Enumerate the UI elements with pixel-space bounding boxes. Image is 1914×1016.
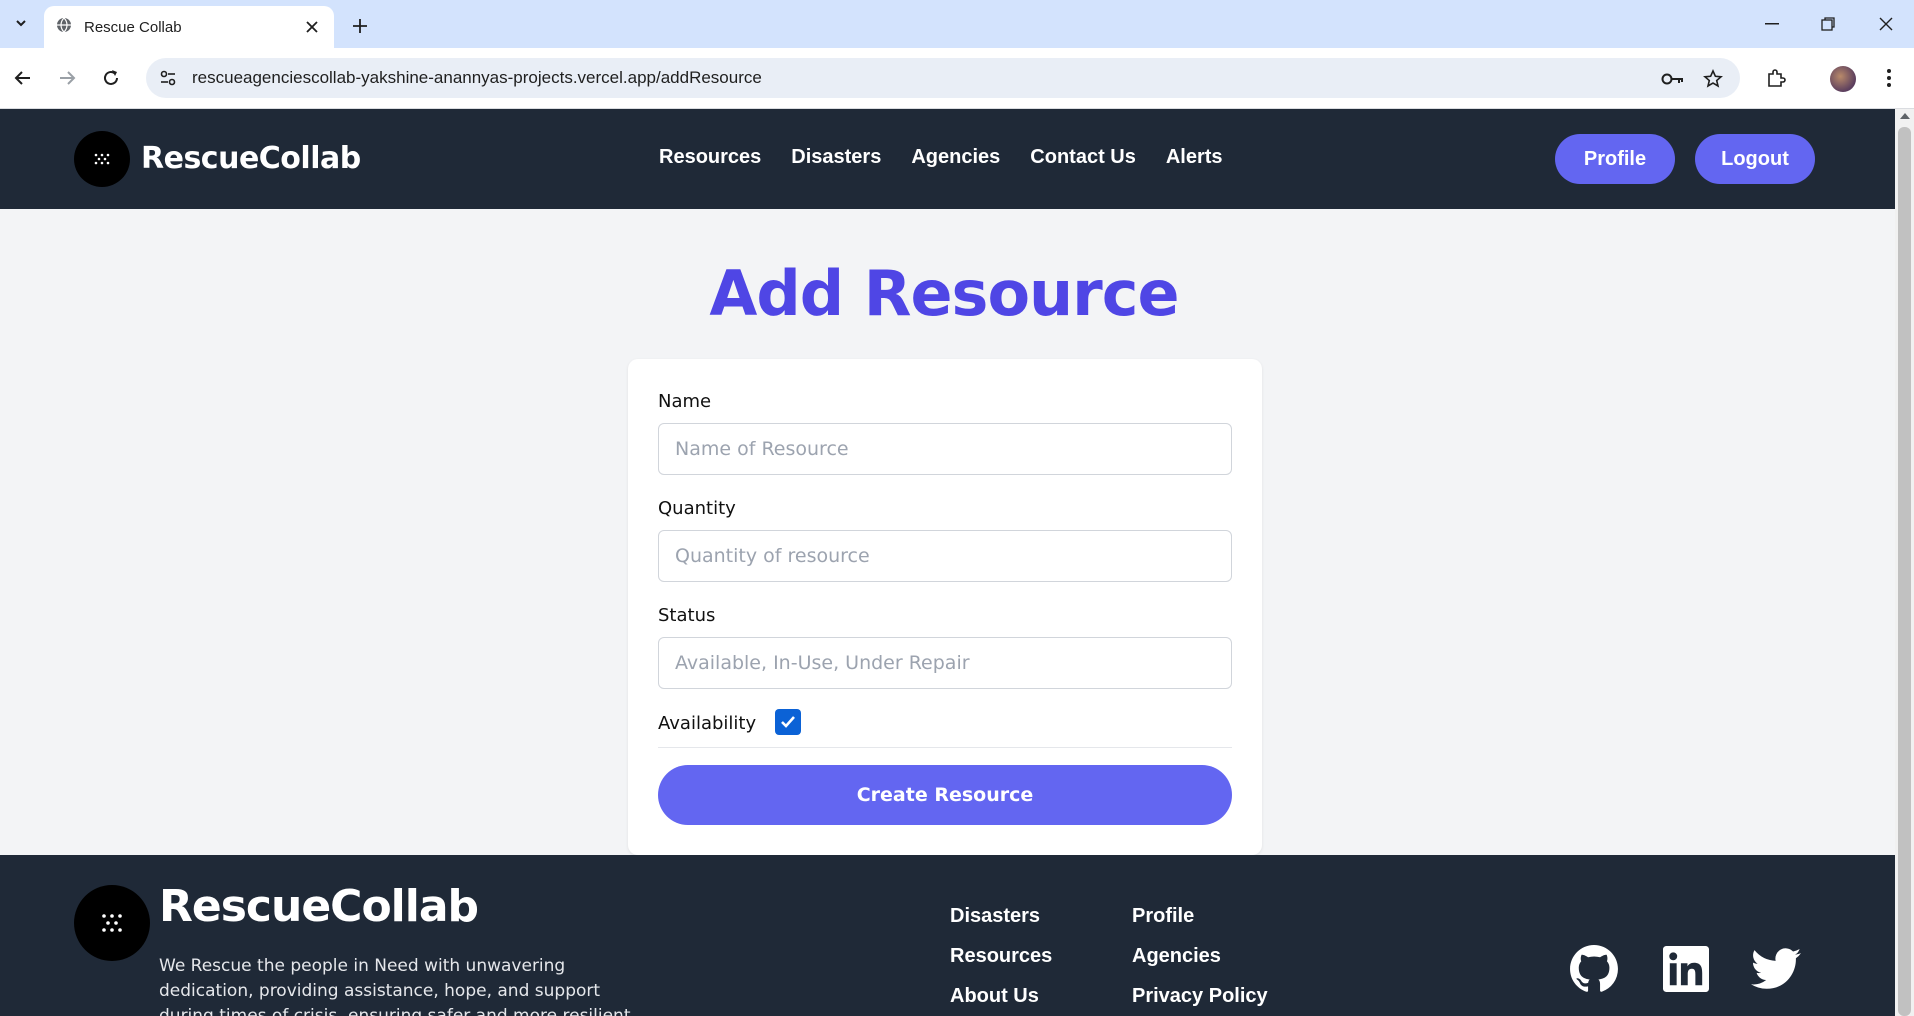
site-info-icon[interactable] <box>154 64 182 92</box>
quantity-input[interactable] <box>658 530 1232 582</box>
new-tab-icon[interactable] <box>346 12 374 40</box>
footer-logo-icon[interactable] <box>74 885 150 961</box>
status-label: Status <box>658 605 716 626</box>
close-window-icon[interactable] <box>1866 10 1906 38</box>
close-tab-icon[interactable] <box>302 17 322 37</box>
nav-agencies[interactable]: Agencies <box>911 146 1000 169</box>
create-resource-button[interactable]: Create Resource <box>658 765 1232 825</box>
footer-link-disasters[interactable]: Disasters <box>950 905 1040 928</box>
footer-link-about-us[interactable]: About Us <box>950 985 1039 1008</box>
forward-icon[interactable] <box>50 61 84 95</box>
nav-resources[interactable]: Resources <box>659 146 761 169</box>
linkedin-icon[interactable] <box>1660 943 1712 995</box>
globe-icon <box>56 17 72 38</box>
restore-icon[interactable] <box>1808 10 1848 38</box>
reload-icon[interactable] <box>94 61 128 95</box>
footer-brand: RescueCollab <box>159 881 479 932</box>
status-input[interactable] <box>658 637 1232 689</box>
nav-disasters[interactable]: Disasters <box>791 146 881 169</box>
nav-contact-us[interactable]: Contact Us <box>1030 146 1136 169</box>
name-input[interactable] <box>658 423 1232 475</box>
tab-title: Rescue Collab <box>84 18 182 36</box>
checkmark-icon <box>781 716 795 728</box>
site-footer: RescueCollab We Rescue the people in Nee… <box>0 855 1895 1016</box>
name-label: Name <box>658 391 712 412</box>
browser-menu-icon[interactable] <box>1873 62 1905 94</box>
nav-alerts[interactable]: Alerts <box>1166 146 1223 169</box>
page-scrollbar[interactable] <box>1895 109 1914 1016</box>
page-viewport: RescueCollab Resources Disasters Agencie… <box>0 109 1895 1016</box>
logo-icon[interactable] <box>74 131 130 187</box>
scroll-up-arrow-icon[interactable] <box>1900 113 1910 119</box>
profile-avatar[interactable] <box>1830 66 1856 92</box>
back-icon[interactable] <box>6 61 40 95</box>
footer-description: We Rescue the people in Need with unwave… <box>159 956 631 1016</box>
form-divider <box>658 747 1232 748</box>
url-text: rescueagenciescollab-yakshine-anannyas-p… <box>192 68 762 87</box>
availability-label: Availability <box>658 713 757 734</box>
footer-link-agencies[interactable]: Agencies <box>1132 945 1221 968</box>
minimize-icon[interactable] <box>1752 10 1792 38</box>
brand-name[interactable]: RescueCollab <box>141 141 361 176</box>
address-bar[interactable]: rescueagenciescollab-yakshine-anannyas-p… <box>146 58 1740 98</box>
extensions-icon[interactable] <box>1760 62 1792 94</box>
footer-link-privacy-policy[interactable]: Privacy Policy <box>1132 985 1268 1008</box>
page-title: Add Resource <box>709 257 1179 330</box>
availability-checkbox[interactable] <box>775 709 801 735</box>
browser-tab[interactable]: Rescue Collab <box>44 6 334 48</box>
main-nav: Resources Disasters Agencies Contact Us … <box>659 146 1223 169</box>
profile-button[interactable]: Profile <box>1555 134 1675 184</box>
tab-search-icon[interactable] <box>8 10 34 36</box>
footer-link-profile[interactable]: Profile <box>1132 905 1194 928</box>
site-header: RescueCollab Resources Disasters Agencie… <box>0 109 1895 209</box>
scrollbar-thumb[interactable] <box>1898 127 1911 1016</box>
address-toolbar: rescueagenciescollab-yakshine-anannyas-p… <box>0 48 1914 109</box>
add-resource-form: Name Quantity Status Availability Create… <box>628 359 1262 855</box>
password-key-icon[interactable] <box>1660 66 1686 92</box>
twitter-icon[interactable] <box>1750 943 1802 995</box>
github-icon[interactable] <box>1568 943 1620 995</box>
logout-button[interactable]: Logout <box>1695 134 1815 184</box>
browser-tab-strip: Rescue Collab <box>0 0 1914 48</box>
bookmark-star-icon[interactable] <box>1700 66 1726 92</box>
quantity-label: Quantity <box>658 498 736 519</box>
footer-link-resources[interactable]: Resources <box>950 945 1052 968</box>
